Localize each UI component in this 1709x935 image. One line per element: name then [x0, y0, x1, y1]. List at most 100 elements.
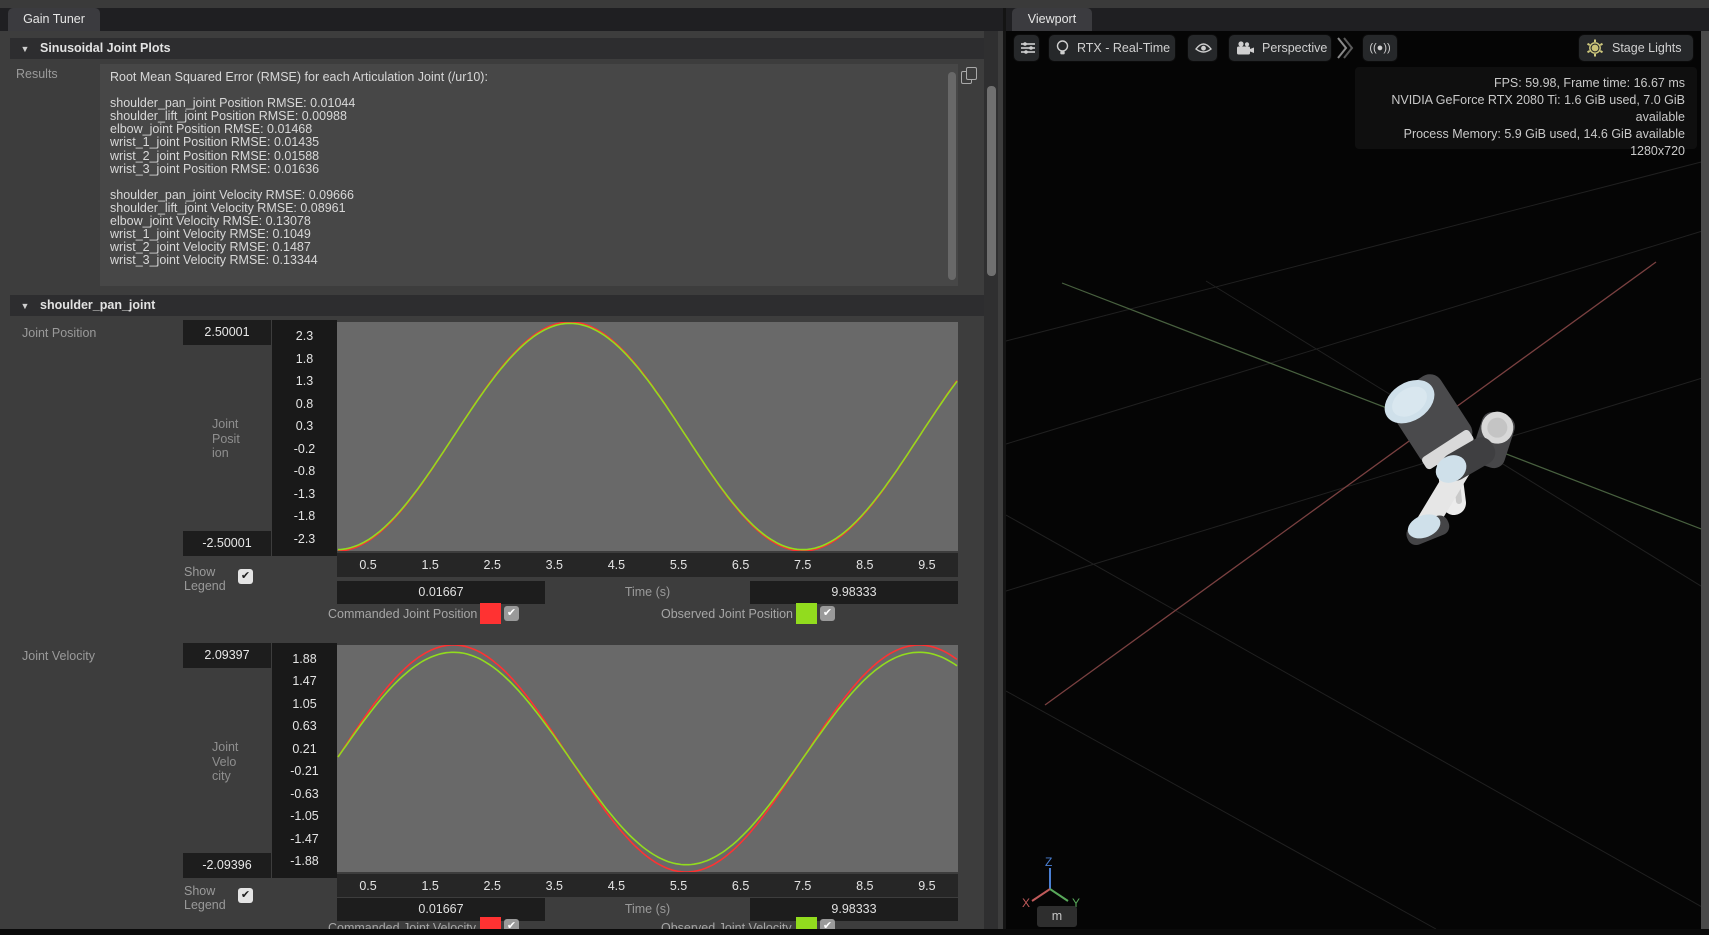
- tick-label: 1.3: [272, 374, 337, 388]
- section-title: shoulder_pan_joint: [40, 298, 155, 312]
- time-start-field[interactable]: 0.01667: [337, 581, 545, 604]
- tick-label: Joint: [212, 740, 274, 755]
- tick-label: 0.21: [272, 742, 337, 756]
- tick-label: 0.8: [272, 397, 337, 411]
- sun-icon: [1586, 39, 1604, 57]
- tick-label: 9.5: [896, 879, 958, 893]
- tick-label: -1.88: [272, 854, 337, 868]
- tick-label: -0.21: [272, 764, 337, 778]
- time-end-field-2[interactable]: 9.98333: [750, 898, 958, 921]
- tick-label: 1.47: [272, 674, 337, 688]
- tab-viewport[interactable]: Viewport: [1012, 8, 1092, 31]
- window-bottom-strip: [0, 929, 1709, 935]
- tick-label: city: [212, 769, 274, 784]
- tab-gain-tuner[interactable]: Gain Tuner: [8, 8, 100, 31]
- eye-icon: [1195, 42, 1212, 54]
- app-window: Gain Tuner ▼Sinusoidal Joint Plots Resul…: [0, 0, 1709, 935]
- legend-commanded-position-swatch: [480, 603, 501, 624]
- viewport-scrollbar[interactable]: [1701, 31, 1709, 929]
- legend-observed-position-swatch: [796, 603, 817, 624]
- memory-line: Process Memory: 5.9 GiB used, 14.6 GiB a…: [1355, 126, 1685, 143]
- tick-label: 1.88: [272, 652, 337, 666]
- svg-text:X: X: [1022, 896, 1030, 908]
- tick-label: -2.3: [272, 532, 337, 546]
- joint-position-curves: [337, 322, 958, 551]
- tick-label: -0.8: [272, 464, 337, 478]
- results-label: Results: [16, 67, 58, 81]
- tick-label: Posit: [212, 432, 274, 447]
- joint-velocity-axis-title: JointVelocity: [212, 740, 274, 784]
- unit-button[interactable]: m: [1037, 906, 1077, 927]
- results-textarea[interactable]: Root Mean Squared Error (RMSE) for each …: [100, 64, 958, 286]
- svg-text:Z: Z: [1045, 856, 1052, 869]
- tick-label: 9.5: [896, 558, 958, 572]
- lightbulb-icon: [1056, 40, 1069, 56]
- joint-position-plot[interactable]: [337, 322, 958, 551]
- tick-label: 7.5: [772, 879, 834, 893]
- tick-label: 2.3: [272, 329, 337, 343]
- joint-velocity-max-field[interactable]: 2.09397: [183, 643, 271, 668]
- tick-label: 6.5: [710, 558, 772, 572]
- time-end-field[interactable]: 9.98333: [750, 581, 958, 604]
- visibility-button[interactable]: [1187, 34, 1218, 62]
- renderer-button[interactable]: RTX - Real-Time: [1048, 34, 1176, 62]
- tick-label: 1.8: [272, 352, 337, 366]
- window-top-strip: [0, 0, 1709, 8]
- tick-label: 6.5: [710, 879, 772, 893]
- tick-label: 1.5: [399, 879, 461, 893]
- gpu-line: NVIDIA GeForce RTX 2080 Ti: 1.6 GiB used…: [1355, 92, 1685, 126]
- tick-label: -0.2: [272, 442, 337, 456]
- panel-scrollbar-thumb[interactable]: [987, 86, 996, 276]
- joint-velocity-y-ticks: 1.881.471.050.630.21-0.21-0.63-1.05-1.47…: [272, 643, 337, 878]
- joint-velocity-x-ticks: 0.51.52.53.54.55.56.57.58.59.5: [337, 874, 958, 897]
- joint-position-axis-title: JointPosition: [212, 417, 274, 461]
- tick-label: 8.5: [834, 558, 896, 572]
- camera-icon: [1236, 41, 1254, 56]
- axis-gizmo[interactable]: Z X Y: [1020, 856, 1084, 911]
- tick-label: -1.3: [272, 487, 337, 501]
- tick-label: 5.5: [647, 879, 709, 893]
- tick-label: 0.5: [337, 879, 399, 893]
- section-header-shoulder-pan-joint[interactable]: ▼shoulder_pan_joint: [10, 295, 984, 316]
- joint-velocity-plot[interactable]: [337, 645, 958, 872]
- tick-label: ion: [212, 446, 274, 461]
- waypoint-signal-button[interactable]: ((●)): [1362, 34, 1398, 62]
- viewport-settings-button[interactable]: [1013, 34, 1040, 62]
- viewport-canvas[interactable]: [1006, 31, 1709, 929]
- tick-label: -0.63: [272, 787, 337, 801]
- signal-icon: ((●)): [1369, 42, 1390, 54]
- legend-observed-position-checkbox[interactable]: [820, 606, 835, 621]
- tick-label: 1.5: [399, 558, 461, 572]
- tick-label: -1.47: [272, 832, 337, 846]
- tick-label: 4.5: [585, 558, 647, 572]
- joint-velocity-min-field[interactable]: -2.09396: [183, 853, 271, 878]
- copy-icon[interactable]: [961, 67, 979, 85]
- robot-arm: [1377, 365, 1519, 548]
- collapse-triangle-icon[interactable]: ▼: [10, 296, 40, 317]
- joint-position-max-field[interactable]: 2.50001: [183, 320, 271, 345]
- results-scrollbar[interactable]: [948, 72, 956, 280]
- tick-label: 7.5: [772, 558, 834, 572]
- time-axis-label: Time (s): [545, 581, 750, 604]
- show-legend-checkbox-2[interactable]: [238, 888, 253, 903]
- tick-label: 1.05: [272, 697, 337, 711]
- tick-label: 5.5: [647, 558, 709, 572]
- joint-position-min-field[interactable]: -2.50001: [183, 531, 271, 556]
- joint-position-y-ticks: 2.3 1.8 1.3 0.8 0.3 -0.2 -0.8 -1.3 -1.8 -2.3: [272, 320, 337, 556]
- tick-label: -1.8: [272, 509, 337, 523]
- show-legend-checkbox[interactable]: [238, 569, 253, 584]
- collapse-triangle-icon[interactable]: ▼: [10, 39, 40, 60]
- stage-lights-button[interactable]: Stage Lights: [1578, 34, 1694, 62]
- legend-commanded-position-checkbox[interactable]: [504, 606, 519, 621]
- tick-label: Velo: [212, 755, 274, 770]
- time-start-field-2[interactable]: 0.01667: [337, 898, 545, 921]
- tick-label: 4.5: [585, 879, 647, 893]
- section-header-sinusoidal-joint-plots[interactable]: ▼Sinusoidal Joint Plots: [10, 38, 984, 59]
- tick-label: 2.5: [461, 558, 523, 572]
- time-axis-label-2: Time (s): [545, 898, 750, 921]
- tick-label: -1.05: [272, 809, 337, 823]
- camera-label: Perspective: [1262, 41, 1327, 55]
- tick-label: 0.3: [272, 419, 337, 433]
- camera-button[interactable]: Perspective: [1228, 34, 1332, 62]
- toolbar-expand-chevron-icon[interactable]: [1336, 36, 1354, 63]
